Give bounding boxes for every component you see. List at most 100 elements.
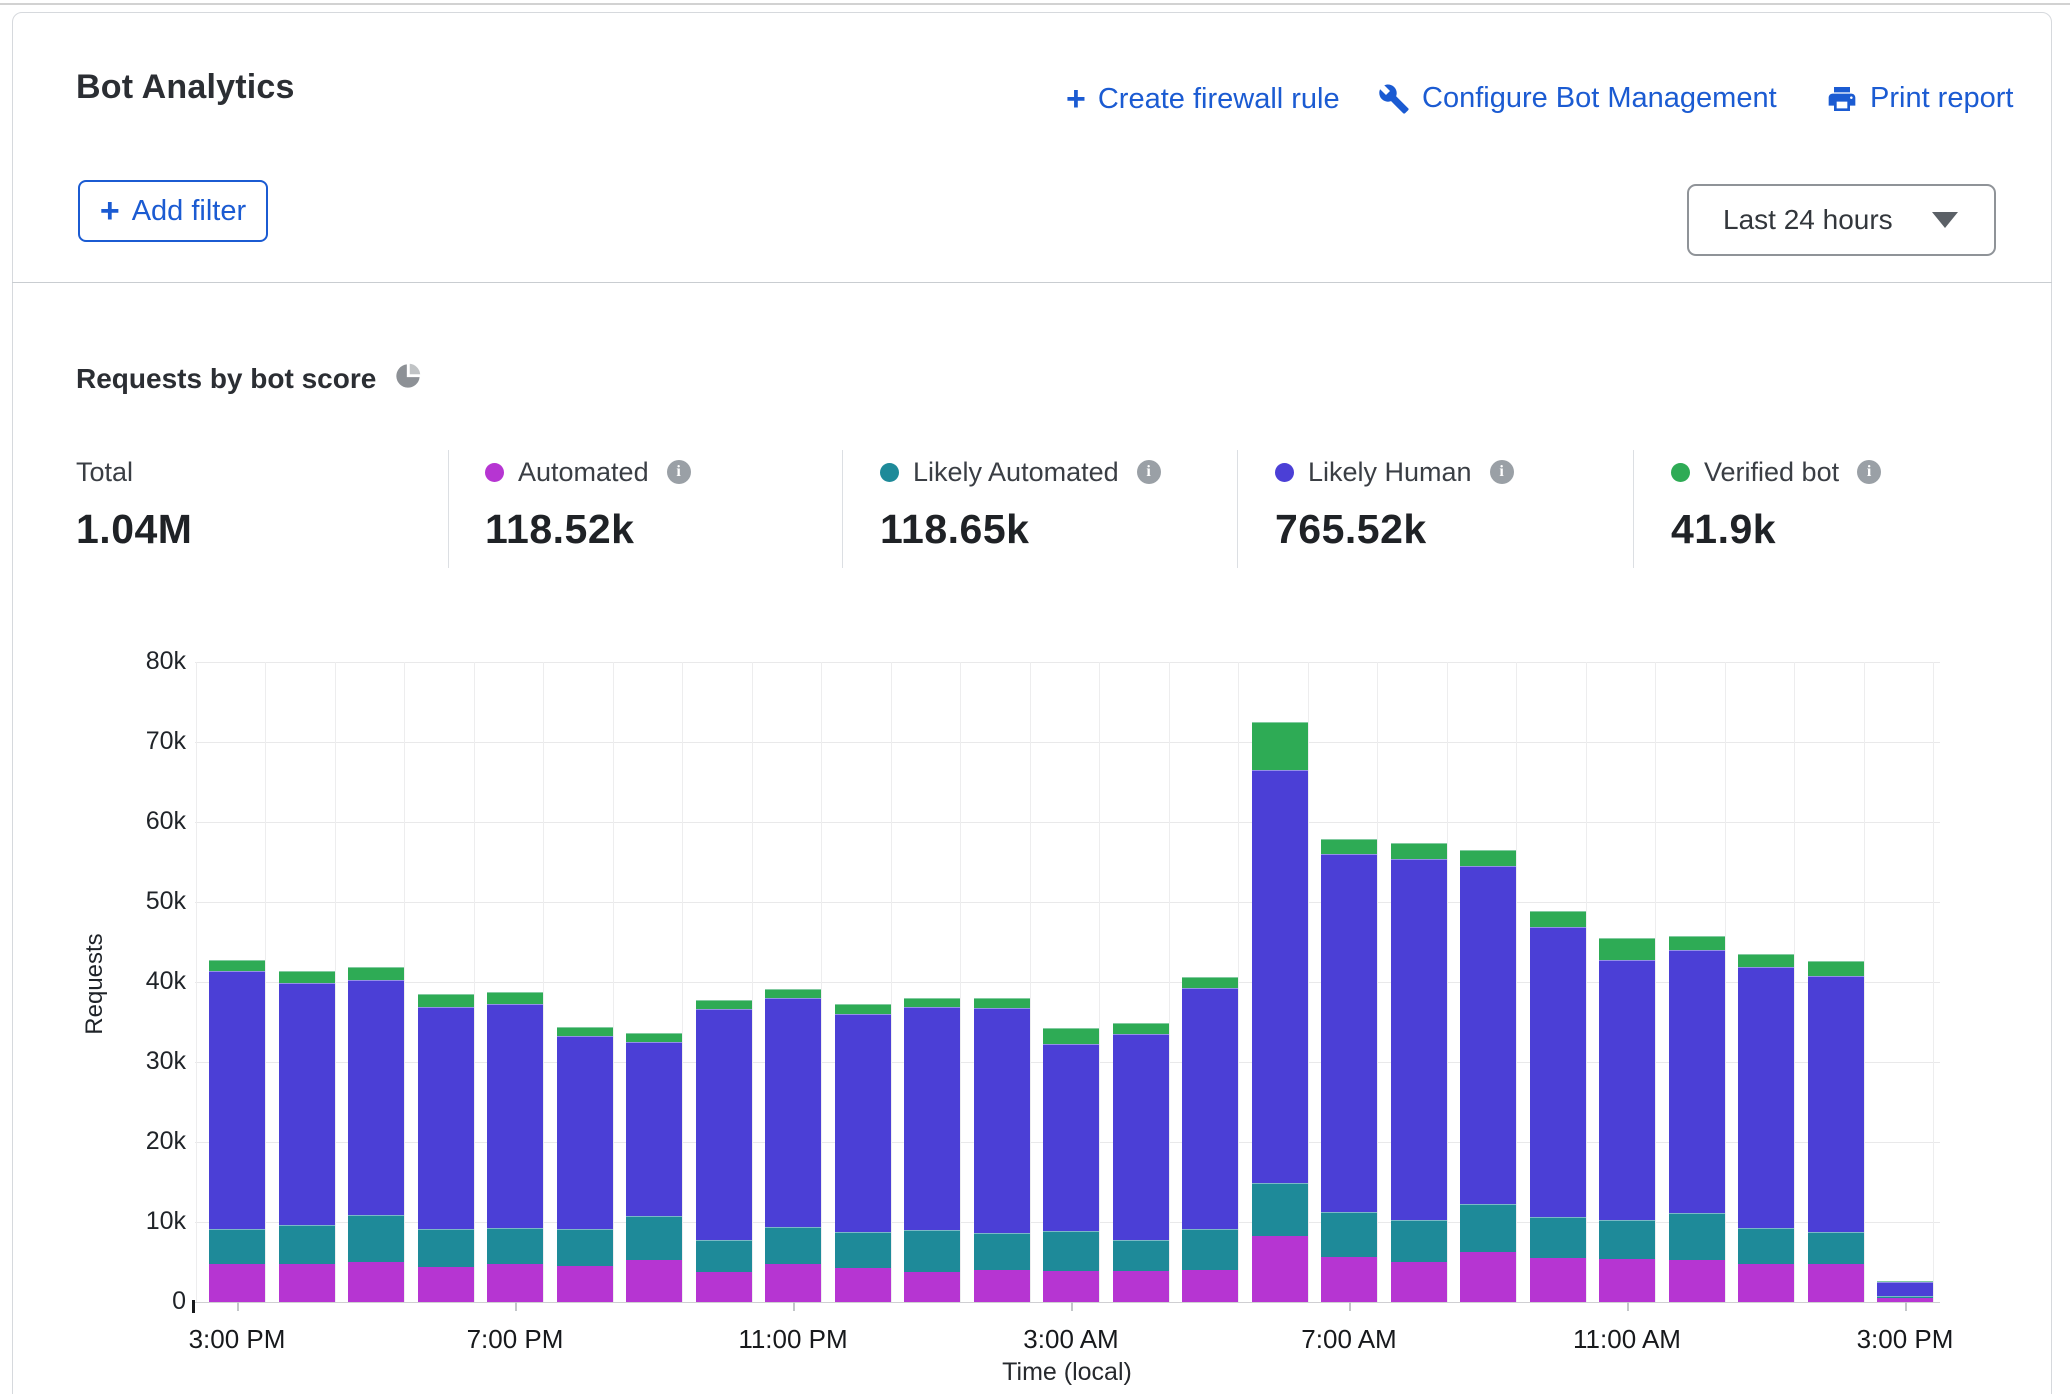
bar-segment-likely-human [1182,988,1238,1230]
bar-segment-verified-bot [279,971,335,983]
v-gridline [335,662,336,1302]
stat-total: Total1.04M [76,456,192,553]
stat-label: Likely Automated [913,457,1119,488]
x-tick [1071,1302,1073,1311]
wrench-icon [1378,83,1410,115]
bar-segment-verified-bot [974,998,1030,1008]
bar-segment-likely-automated [557,1229,613,1266]
bar-12-00-pm[interactable] [1669,936,1725,1302]
bar-segment-automated [696,1272,752,1302]
v-gridline [543,662,544,1302]
y-tick-label: 80k [116,647,186,676]
stat-header: Likely Human i [1275,456,1514,488]
bar-segment-likely-human [1391,859,1447,1220]
bar-segment-likely-human [1043,1044,1099,1231]
v-gridline [1864,662,1865,1302]
v-gridline [1933,662,1934,1302]
bar-segment-verified-bot [835,1004,891,1014]
x-tick [1349,1302,1351,1311]
bar-segment-likely-human [904,1007,960,1230]
stat-column-divider [448,450,449,568]
bar-segment-automated [1808,1264,1864,1302]
time-range-selected-value: Last 24 hours [1723,204,1893,236]
bar-segment-likely-human [1530,927,1586,1217]
time-range-dropdown[interactable]: Last 24 hours [1687,184,1996,256]
configure-bot-management-link[interactable]: Configure Bot Management [1378,82,1777,115]
bar-segment-verified-bot [1530,911,1586,927]
add-filter-button[interactable]: + Add filter [78,180,268,242]
bar-segment-automated [904,1272,960,1302]
bar-10-00-am[interactable] [1530,911,1586,1302]
info-icon[interactable]: i [1490,460,1514,484]
bar-segment-likely-automated [765,1227,821,1264]
bar-11-00-pm[interactable] [765,989,821,1302]
stat-likely-human: Likely Humani765.52k [1275,456,1514,553]
print-report-link[interactable]: Print report [1826,82,2013,115]
bar-1-00-am[interactable] [904,998,960,1302]
legend-dot [880,463,899,482]
bar-segment-automated [1182,1270,1238,1302]
bar-2-00-am[interactable] [974,998,1030,1302]
bar-5-00-pm[interactable] [348,967,404,1302]
bar-7-00-pm[interactable] [487,992,543,1302]
printer-icon [1826,83,1858,115]
y-tick-label: 50k [116,887,186,916]
y-tick-label: 60k [116,807,186,836]
v-gridline [1725,662,1726,1302]
bar-segment-verified-bot [209,960,265,970]
v-gridline [1238,662,1239,1302]
create-firewall-rule-label: Create firewall rule [1098,83,1340,116]
bar-segment-verified-bot [1391,843,1447,859]
y-axis-origin-tick [192,1300,195,1313]
bar-segment-likely-human [557,1036,613,1229]
legend-dot [1275,463,1294,482]
bar-segment-automated [835,1268,891,1302]
h-gridline [195,822,1940,823]
bar-segment-verified-bot [626,1033,682,1042]
bar-11-00-am[interactable] [1599,938,1655,1302]
bar-segment-likely-automated [1043,1231,1099,1271]
info-icon[interactable]: i [667,460,691,484]
bar-8-00-am[interactable] [1391,843,1447,1302]
bar-4-00-pm[interactable] [279,971,335,1302]
chevron-down-icon [1932,212,1958,228]
bar-segment-verified-bot [1113,1023,1169,1034]
create-firewall-rule-link[interactable]: + Create firewall rule [1066,82,1340,116]
bar-segment-likely-automated [1460,1204,1516,1253]
bar-1-00-pm[interactable] [1738,954,1794,1302]
bar-segment-automated [1530,1258,1586,1302]
h-gridline [195,902,1940,903]
v-gridline [1377,662,1378,1302]
bot-analytics-page: Bot Analytics + Create firewall rule Con… [0,0,2070,1394]
bar-8-00-pm[interactable] [557,1027,613,1302]
bar-9-00-am[interactable] [1460,850,1516,1302]
plus-icon: + [1066,82,1086,116]
bar-10-00-pm[interactable] [696,1000,752,1302]
bar-4-00-am[interactable] [1113,1023,1169,1302]
bar-segment-likely-automated [835,1232,891,1269]
y-axis-title: Requests [81,919,109,1049]
bar-3-00-pm[interactable] [209,960,265,1302]
bar-5-00-am[interactable] [1182,977,1238,1302]
chart-plot-area: 3:00 PM7:00 PM11:00 PM3:00 AM7:00 AM11:0… [195,662,1940,1302]
bar-segment-verified-bot [904,998,960,1007]
bar-segment-likely-automated [209,1229,265,1264]
bar-12-00-am[interactable] [835,1004,891,1302]
bar-segment-likely-automated [418,1229,474,1267]
bar-segment-likely-automated [1669,1213,1725,1260]
bar-7-00-am[interactable] [1321,839,1377,1302]
info-icon[interactable]: i [1137,460,1161,484]
v-gridline [1516,662,1517,1302]
info-icon[interactable]: i [1857,460,1881,484]
stat-label: Likely Human [1308,457,1472,488]
v-gridline [960,662,961,1302]
bar-9-00-pm[interactable] [626,1033,682,1302]
bar-6-00-pm[interactable] [418,994,474,1302]
bar-segment-likely-automated [1530,1217,1586,1258]
section-title-row: Requests by bot score [76,362,422,395]
bar-segment-verified-bot [696,1000,752,1009]
bar-3-00-am[interactable] [1043,1028,1099,1302]
bar-6-00-am[interactable] [1252,722,1308,1302]
bar-3-00-pm[interactable] [1877,1281,1933,1302]
bar-2-00-pm[interactable] [1808,961,1864,1302]
